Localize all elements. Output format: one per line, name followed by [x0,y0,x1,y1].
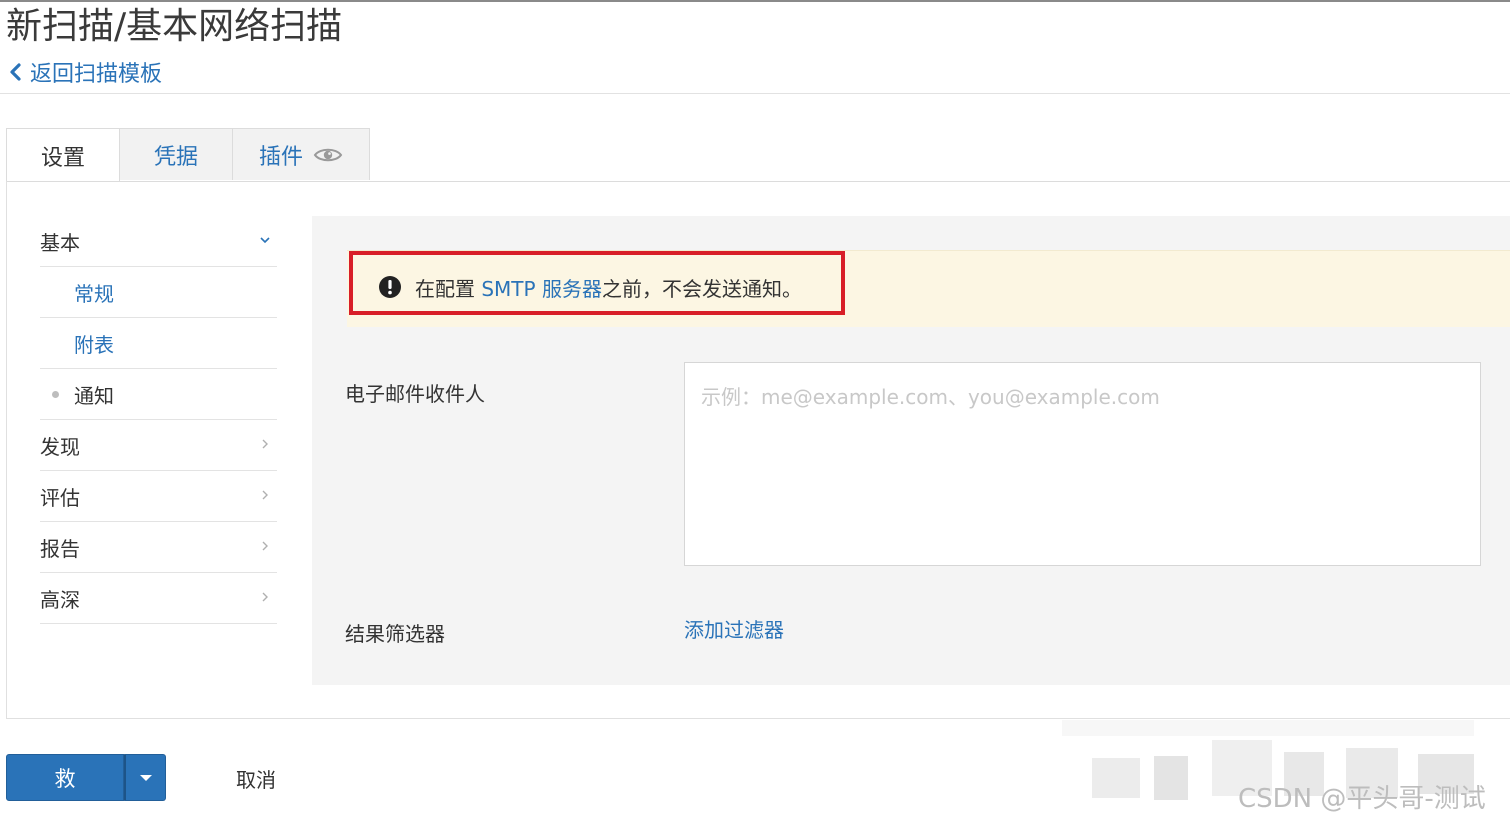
sidebar-item-label: 附表 [74,332,114,357]
eye-icon[interactable] [313,146,343,164]
sidebar-item-label: 基本 [40,230,80,255]
save-button[interactable]: 救 [6,754,124,801]
email-recipients-label: 电子邮件收件人 [345,382,485,406]
current-item-bullet-icon [52,391,59,398]
alert-message: 在配置 SMTP 服务器之前，不会发送通知。 [415,273,802,302]
top-rule [0,0,1510,2]
tab-plugins-label: 插件 [258,144,303,170]
chevron-right-icon [262,490,268,500]
chevron-left-icon [10,63,21,81]
tab-settings-label: 设置 [40,145,85,171]
sidebar-item-advanced[interactable]: 高深 [40,573,277,624]
sidebar-item-notifications[interactable]: 通知 [40,369,277,420]
sidebar-item-label: 发现 [40,434,80,459]
sidebar-item-schedule[interactable]: 附表 [40,318,277,369]
sidebar-item-label: 评估 [40,485,80,510]
tab-settings[interactable]: 设置 [6,128,120,182]
alert-text-after: 之前，不会发送通知。 [601,277,802,301]
watermark-text: CSDN @平头哥-测试 [1238,784,1486,814]
settings-sidebar: 基本 常规 附表 通知 发现 评估 报告 高深 [40,216,277,624]
back-to-templates-link[interactable]: 返回扫描模板 [8,56,162,88]
save-options-dropdown[interactable] [124,754,166,801]
sidebar-item-assessment[interactable]: 评估 [40,471,277,522]
tab-plugins[interactable]: 插件 [232,128,370,180]
exclamation-circle-icon [379,276,401,298]
email-recipients-input[interactable] [684,362,1481,566]
smtp-server-link[interactable]: SMTP 服务器 [481,277,602,301]
alert-text-before: 在配置 [415,277,482,301]
page-title: 新扫描/基本网络扫描 [6,6,343,47]
sidebar-item-label: 高深 [40,587,80,612]
panel-border-bottom [6,718,1510,719]
tab-credentials[interactable]: 凭据 [119,128,233,180]
sidebar-item-report[interactable]: 报告 [40,522,277,573]
chevron-right-icon [262,439,268,449]
notifications-panel: 在配置 SMTP 服务器之前，不会发送通知。 电子邮件收件人 结果筛选器 添加过… [312,216,1510,685]
sidebar-item-discovery[interactable]: 发现 [40,420,277,471]
caret-down-icon [139,774,152,781]
tab-bar: 设置 凭据 插件 [6,128,370,182]
sidebar-item-label: 通知 [74,383,114,408]
cancel-button[interactable]: 取消 [236,764,276,793]
chevron-right-icon [262,541,268,551]
sidebar-item-label: 报告 [40,536,80,561]
panel-border-left [6,181,7,719]
smtp-warning-alert: 在配置 SMTP 服务器之前，不会发送通知。 [347,250,1510,327]
result-filter-label: 结果筛选器 [345,622,445,646]
add-filter-link[interactable]: 添加过滤器 [684,614,784,643]
chevron-right-icon [262,592,268,602]
back-link-label: 返回扫描模板 [30,62,163,87]
chevron-down-icon [260,237,270,244]
save-button-group: 救 [6,754,166,801]
sidebar-item-basic[interactable]: 基本 [40,216,277,267]
tab-credentials-label: 凭据 [153,144,198,170]
sidebar-item-label: 常规 [74,281,114,306]
sidebar-item-general[interactable]: 常规 [40,267,277,318]
tabs-divider [6,181,1510,182]
header-divider [0,93,1510,94]
